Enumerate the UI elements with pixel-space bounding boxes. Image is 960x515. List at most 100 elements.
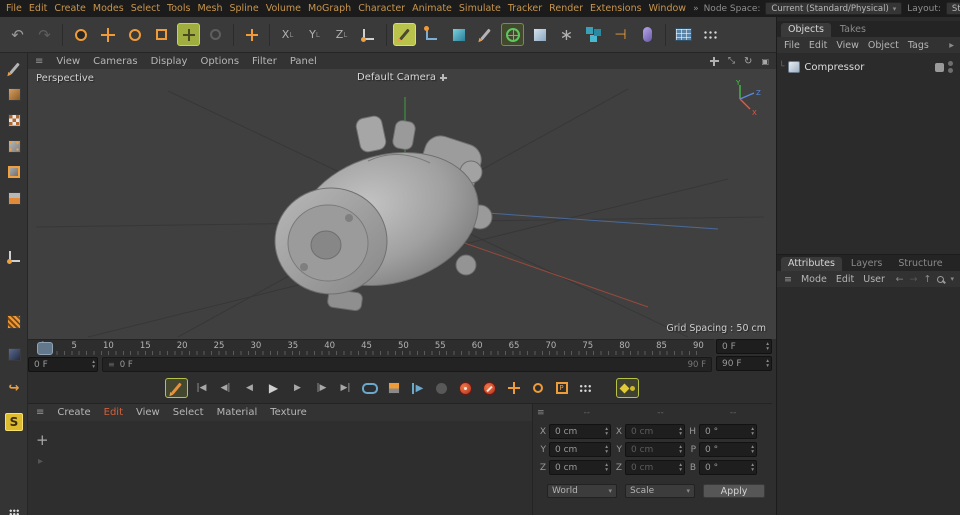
autokey-button[interactable] [479,379,500,398]
generator-tool[interactable]: ∗ [554,21,579,48]
tab-layers[interactable]: Layers [844,257,889,271]
attr-menu-mode[interactable]: Mode [801,274,827,285]
tab-objects[interactable]: Objects [781,23,831,37]
view-rotate-icon[interactable]: ↻ [744,56,752,67]
vp-menu-options[interactable]: Options [200,56,239,67]
menu-tracker[interactable]: Tracker [508,3,542,14]
menu-select[interactable]: Select [131,3,160,14]
goto-end-button[interactable]: ▶| [335,379,356,398]
layout-select[interactable]: Startup [946,2,960,15]
tweak-tool[interactable] [203,21,228,48]
tab-structure[interactable]: Structure [891,257,949,271]
view-pan-icon[interactable] [710,57,719,66]
enable-axis-icon[interactable] [3,245,25,267]
end-frame-field[interactable]: 90 F ▴▾ [716,356,772,371]
spinner-icon[interactable]: ▴▾ [679,463,682,472]
mat-menu-create[interactable]: Create [57,407,90,418]
attr-menu-edit[interactable]: Edit [836,274,854,285]
menu-mesh[interactable]: Mesh [197,3,222,14]
redo-button[interactable]: ↷ [32,21,57,48]
sidebar-overflow-icon[interactable] [3,501,25,515]
spline-pen-tool[interactable] [473,21,498,48]
sphere-primitive-tool[interactable] [500,21,525,48]
timeline-ruler[interactable]: 0 5 10 15 20 25 30 35 40 45 50 55 60 65 … [28,339,714,356]
make-editable-icon[interactable] [3,57,25,79]
pen-tool-slot[interactable] [392,21,417,48]
spinner-icon[interactable]: ▴▾ [605,427,608,436]
deformer-tool[interactable]: ⊣ [608,21,633,48]
spinner-icon[interactable]: ▴▾ [605,463,608,472]
range-grip-icon[interactable]: ≡ [108,360,115,369]
vp-menu-display[interactable]: Display [151,56,188,67]
workplane-mode-icon[interactable] [3,311,25,333]
scale-select[interactable]: Scale ▾ [625,484,695,498]
menu-animate[interactable]: Animate [412,3,452,14]
apply-button[interactable]: Apply [703,484,765,498]
history-back-icon[interactable]: ← [896,274,904,285]
obj-menu-tags[interactable]: Tags [908,40,929,51]
obj-menu-file[interactable]: File [784,40,800,51]
timeline-playhead[interactable] [37,342,53,355]
next-frame-button[interactable]: ▶ [287,379,308,398]
point-mode-icon[interactable] [3,135,25,157]
cube-primitive-tool[interactable] [446,21,471,48]
attributes-menu-icon[interactable]: ≡ [784,274,792,285]
axis-gizmo[interactable]: Y Z X [722,77,766,117]
menu-tools[interactable]: Tools [167,3,190,14]
snap-settings-icon[interactable] [3,343,25,365]
field-tool[interactable] [635,21,660,48]
spinner-icon[interactable]: ▴▾ [605,445,608,454]
object-item-compressor[interactable]: └ Compressor [779,59,959,75]
vp-menu-view[interactable]: View [56,56,80,67]
material-menu-icon[interactable]: ≡ [36,407,44,418]
obj-menu-edit[interactable]: Edit [809,40,827,51]
prev-frame-button[interactable]: ◀ [239,379,260,398]
viewport-canvas[interactable] [28,69,776,339]
menu-character[interactable]: Character [358,3,405,14]
layer-toggle[interactable] [935,63,944,72]
vp-menu-cameras[interactable]: Cameras [93,56,137,67]
play-mode-button[interactable]: ▶ [407,379,428,398]
measure-tool[interactable] [419,21,444,48]
lock-x-axis[interactable]: XL [275,21,300,48]
record-brush-button[interactable] [165,378,188,398]
menu-extensions[interactable]: Extensions [590,3,642,14]
edge-mode-icon[interactable] [3,161,25,183]
preview-range-bar[interactable]: ≡ 0 F 90 F [102,357,712,372]
record-keyframe-button[interactable] [455,379,476,398]
obj-menu-view[interactable]: View [836,40,859,51]
keyframe-grid-button[interactable] [575,379,596,398]
prev-key-button[interactable]: ◀| [215,379,236,398]
menu-spline[interactable]: Spline [229,3,258,14]
menu-window[interactable]: Window [649,3,686,14]
frame-field[interactable]: 0 F ▴▾ [28,357,98,372]
spinner-icon[interactable]: ▴▾ [751,427,754,436]
vp-menu-filter[interactable]: Filter [252,56,277,67]
add-tool[interactable] [239,21,264,48]
coordinates-menu-icon[interactable]: ≡ [537,408,549,418]
volume-tool[interactable] [581,21,606,48]
polygon-mode-icon[interactable] [3,187,25,209]
scale-tool[interactable] [149,21,174,48]
space-select[interactable]: World ▾ [547,484,617,498]
menu-mograph[interactable]: MoGraph [308,3,351,14]
size-y-field[interactable]: 0 cm▴▾ [625,442,685,457]
lock-y-axis[interactable]: YL [302,21,327,48]
attr-menu-user[interactable]: User [863,274,885,285]
node-space-select[interactable]: Current (Standard/Physical) ▾ [765,2,902,15]
material-scroll-icon[interactable]: ▸ [38,456,43,467]
menu-edit[interactable]: Edit [29,3,47,14]
lock-z-axis[interactable]: ZL [329,21,354,48]
viewport[interactable]: Perspective Default Camera Grid Spacing … [28,69,776,339]
spinner-icon[interactable]: ▴▾ [679,445,682,454]
last-tool-slot[interactable] [176,21,201,48]
spinner-icon[interactable]: ▴▾ [766,342,769,351]
obj-menu-object[interactable]: Object [868,40,899,51]
menu-simulate[interactable]: Simulate [459,3,501,14]
keyframe-dim-button[interactable] [431,379,452,398]
spreadsheet-tool[interactable] [671,21,696,48]
spinner-icon[interactable]: ▴▾ [751,445,754,454]
mat-menu-select[interactable]: Select [173,407,204,418]
goto-start-button[interactable]: |◀ [191,379,212,398]
search-icon[interactable] [937,276,944,283]
